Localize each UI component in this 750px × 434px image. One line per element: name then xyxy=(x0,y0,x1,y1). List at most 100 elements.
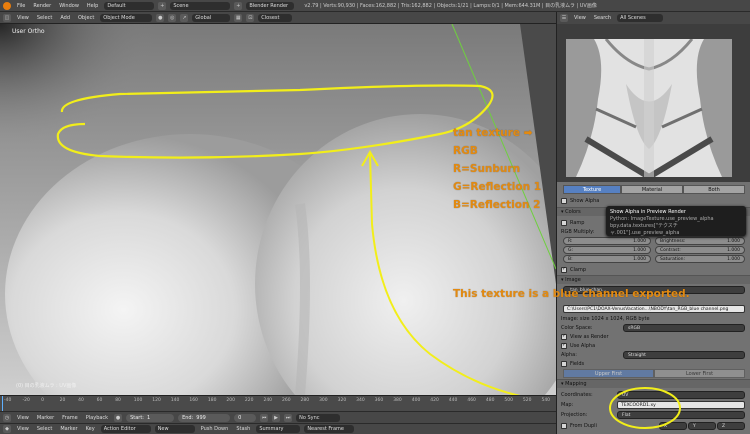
push-down-button[interactable]: Push Down xyxy=(199,426,231,432)
outliner-editor-icon[interactable]: ☰ xyxy=(560,14,568,22)
menu-file[interactable]: File xyxy=(15,3,27,9)
add-scene-button[interactable]: + xyxy=(234,1,243,10)
summary-toggle[interactable]: Summary xyxy=(256,425,301,433)
alpha-label: Alpha: xyxy=(561,351,577,358)
outliner-menu-search[interactable]: Search xyxy=(592,15,613,21)
object-label: (0) 目の乳液ムラ : UV画像 xyxy=(16,383,77,389)
manipulator-icon[interactable]: ↗ xyxy=(180,13,189,22)
editor-type-icon[interactable]: ◫ xyxy=(3,13,11,22)
lower-first-button[interactable]: Lower First xyxy=(654,369,745,378)
b-value: 1.000 xyxy=(633,256,646,262)
action-menu-view[interactable]: View xyxy=(15,426,31,432)
tab-material[interactable]: Material xyxy=(621,185,683,194)
clamp-checkbox[interactable]: Clamp xyxy=(561,265,586,274)
record-icon[interactable]: ● xyxy=(114,413,123,422)
menu-object[interactable]: Object xyxy=(76,15,96,21)
render-engine-selector[interactable]: Blender Render xyxy=(246,1,295,10)
add-layout-button[interactable]: + xyxy=(158,1,167,10)
show-alpha-checkbox[interactable]: Show Alpha xyxy=(561,196,599,205)
tab-both[interactable]: Both xyxy=(683,185,745,194)
shading-icon[interactable]: ● xyxy=(156,13,165,22)
filepath-field[interactable]: C:\Users\PC1\DOAX-VenusVacation...\NBODY… xyxy=(563,305,745,313)
image-panel-header[interactable]: ▾ Image xyxy=(557,275,750,284)
scene-selector[interactable]: Scene xyxy=(170,1,231,10)
colors-panel-title: Colors xyxy=(565,209,581,215)
color-space-selector[interactable]: sRGB xyxy=(623,324,745,332)
scene-name: Scene xyxy=(173,2,189,9)
timeline-menu-playback[interactable]: Playback xyxy=(84,415,110,421)
layout-selector[interactable]: Default xyxy=(104,1,155,10)
ramp-checkbox[interactable]: Ramp xyxy=(561,218,584,227)
brightness-slider[interactable]: Brightness: 1.000 xyxy=(655,237,745,245)
show-alpha-tooltip: Show Alpha in Preview Render Python: Ima… xyxy=(606,206,746,236)
new-action-button[interactable]: New xyxy=(154,425,195,433)
axis-y-value: Y xyxy=(693,423,696,429)
contrast-slider[interactable]: Contrast: 1.000 xyxy=(655,246,745,254)
from-dupli-checkbox[interactable]: From Dupli xyxy=(561,421,597,430)
brightness-value: 1.000 xyxy=(727,238,740,244)
ramp-label: Ramp xyxy=(570,219,585,226)
axis-y-selector[interactable]: Y xyxy=(688,422,716,430)
snap-target-selector[interactable]: Closest xyxy=(258,13,293,22)
use-alpha-checkbox[interactable]: Use Alpha xyxy=(561,341,595,350)
menu-select[interactable]: Select xyxy=(35,15,54,21)
action-menu-select[interactable]: Select xyxy=(35,426,54,432)
color-space-value: sRGB xyxy=(628,325,641,331)
timeline-header: ◷ View Marker Frame Playback ● Start: 1 … xyxy=(0,411,556,423)
timeline-editor-icon[interactable]: ◷ xyxy=(3,413,11,422)
upper-first-button[interactable]: Upper First xyxy=(563,369,654,378)
blender-logo-icon[interactable] xyxy=(3,1,11,10)
action-menu-marker[interactable]: Marker xyxy=(58,426,79,432)
action-editor-header: ◆ View Select Marker Key Action Editor N… xyxy=(0,423,556,434)
action-menu-key[interactable]: Key xyxy=(84,426,97,432)
stash-button[interactable]: Stash xyxy=(234,426,252,432)
play-icon[interactable]: ▶ xyxy=(272,413,281,422)
scene-stats: v2.79 | Verts:90,930 | Faces:162,882 | T… xyxy=(304,3,597,9)
menu-add[interactable]: Add xyxy=(58,15,72,21)
layer-icon[interactable]: ▦ xyxy=(234,13,243,22)
editor-mode-value: Action Editor xyxy=(103,426,136,432)
display-mode-selector[interactable]: All Scenes xyxy=(617,14,664,22)
use-alpha-label: Use Alpha xyxy=(570,342,596,349)
from-dupli-check-icon xyxy=(561,422,567,429)
fields-checkbox[interactable]: Fields xyxy=(561,359,584,368)
jump-start-icon[interactable]: ⏮ xyxy=(260,413,269,422)
end-frame-field[interactable]: End: 999 xyxy=(178,413,231,422)
g-slider[interactable]: G: 1.000 xyxy=(563,246,651,254)
menu-help[interactable]: Help xyxy=(85,3,100,9)
snap-icon[interactable]: ⊡ xyxy=(246,13,255,22)
start-frame-field[interactable]: Start: 1 xyxy=(126,413,175,422)
saturation-slider[interactable]: Saturation: 1.000 xyxy=(655,255,745,263)
menu-window[interactable]: Window xyxy=(57,3,81,9)
menu-view[interactable]: View xyxy=(15,15,31,21)
axis-z-selector[interactable]: Z xyxy=(717,422,745,430)
dopesheet-editor-icon[interactable]: ◆ xyxy=(3,425,11,433)
r-label: R: xyxy=(568,238,573,244)
tab-texture[interactable]: Texture xyxy=(563,185,621,194)
tab-texture-label: Texture xyxy=(582,186,602,193)
r-slider[interactable]: R: 1.000 xyxy=(563,237,651,245)
pivot-icon[interactable]: ◎ xyxy=(168,13,177,22)
view-as-render-checkbox[interactable]: View as Render xyxy=(561,332,609,341)
editor-mode-selector[interactable]: Action Editor xyxy=(100,425,151,433)
timeline-tick: 500 xyxy=(504,398,513,403)
timeline-tick: 280 xyxy=(300,398,310,403)
menu-render[interactable]: Render xyxy=(31,3,53,9)
jump-end-icon[interactable]: ⏭ xyxy=(284,413,293,422)
anno-reflection1: G=Reflection 1 xyxy=(453,181,542,193)
timeline-tick: 480 xyxy=(485,398,495,403)
mode-selector[interactable]: Object Mode xyxy=(100,13,153,22)
playhead[interactable] xyxy=(2,396,3,412)
b-slider[interactable]: B: 1.000 xyxy=(563,255,651,263)
timeline-menu-view[interactable]: View xyxy=(15,415,31,421)
current-frame-field[interactable]: 0 xyxy=(234,413,257,422)
alpha-mode-selector[interactable]: Straight xyxy=(623,351,745,359)
3d-viewport[interactable]: User Ortho (0) 目の乳液ムラ : UV画像 tan texture… xyxy=(0,24,556,395)
sync-selector[interactable]: No Sync xyxy=(296,413,341,422)
orientation-selector[interactable]: Global xyxy=(192,13,231,22)
timeline-ruler[interactable]: -40 -20 0 20 40 60 80 100 120 140 160 180 200 220 240 2… xyxy=(0,395,556,412)
timeline-menu-marker[interactable]: Marker xyxy=(35,415,56,421)
snap-mode-selector[interactable]: Nearest Frame xyxy=(304,425,355,433)
timeline-menu-frame[interactable]: Frame xyxy=(60,415,80,421)
outliner-menu-view[interactable]: View xyxy=(572,15,588,21)
